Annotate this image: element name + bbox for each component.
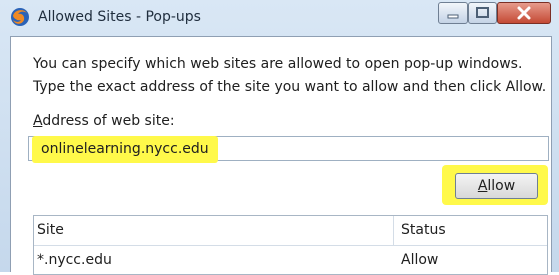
close-button[interactable] xyxy=(497,2,551,24)
status-cell: Allow xyxy=(401,252,439,268)
site-column-header[interactable]: Site xyxy=(34,216,394,245)
allowed-sites-table[interactable]: Site Status *.nycc.edu Allow xyxy=(33,215,548,275)
allow-access-key: A xyxy=(477,178,488,194)
table-header: Site Status xyxy=(34,216,547,246)
window-title: Allowed Sites - Pop-ups xyxy=(38,9,201,25)
minimize-icon xyxy=(447,14,459,19)
firefox-icon xyxy=(11,8,29,26)
allowed-sites-window: Allowed Sites - Pop-ups You can specify … xyxy=(0,0,559,275)
minimize-button[interactable] xyxy=(438,2,468,24)
allow-button[interactable]: Allow xyxy=(455,173,538,199)
site-cell: *.nycc.edu xyxy=(37,252,112,268)
allow-label: llow xyxy=(487,178,516,194)
table-row[interactable]: *.nycc.edu Allow xyxy=(34,246,547,274)
maximize-icon xyxy=(476,7,489,18)
dialog-content: You can specify which web sites are allo… xyxy=(10,36,552,275)
address-input-value: onlinelearning.nycc.edu xyxy=(32,136,218,163)
title-bar[interactable]: Allowed Sites - Pop-ups xyxy=(0,0,559,36)
address-label: Address of web site: xyxy=(33,113,175,129)
address-input[interactable]: onlinelearning.nycc.edu xyxy=(28,136,549,163)
dialog-description: You can specify which web sites are allo… xyxy=(33,56,547,95)
address-label-text: ddress of web site: xyxy=(42,113,175,129)
address-label-access-key: A xyxy=(33,113,43,129)
status-column-header[interactable]: Status xyxy=(394,216,547,245)
close-icon xyxy=(517,6,531,20)
maximize-button[interactable] xyxy=(468,2,497,24)
